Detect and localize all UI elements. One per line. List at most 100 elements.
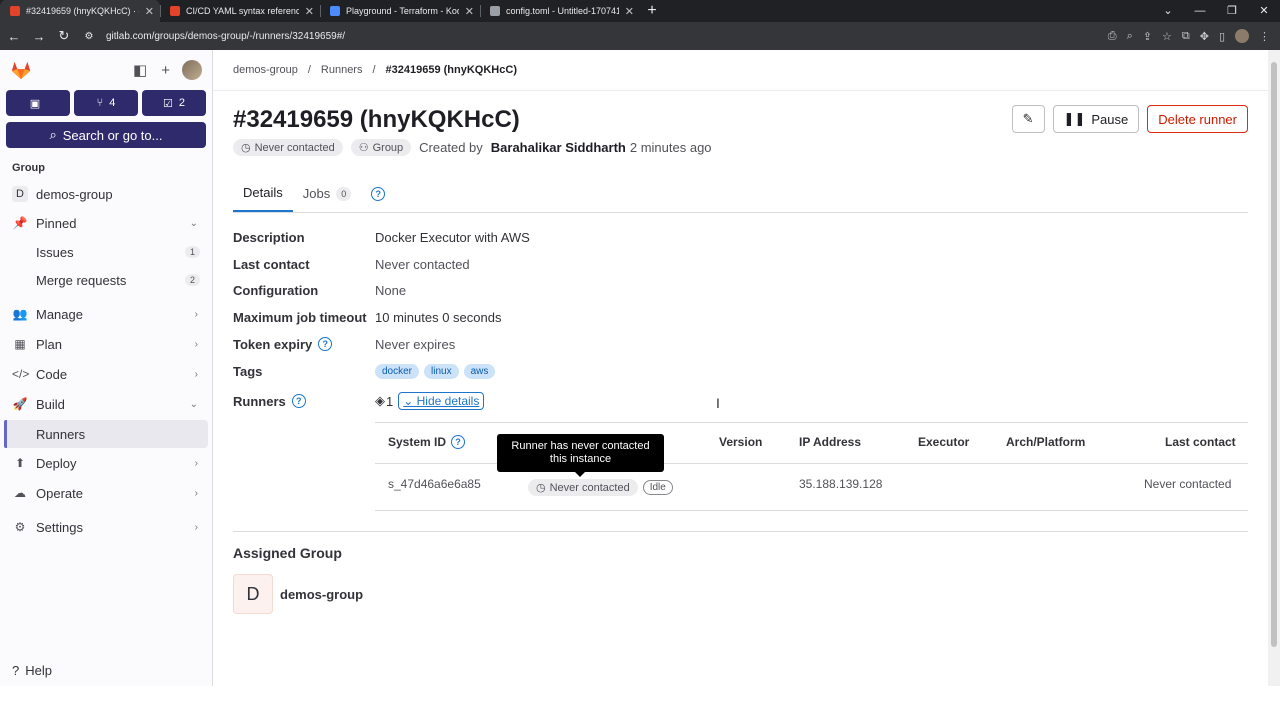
clock-warning-icon: ◷	[241, 142, 251, 154]
close-tab-icon[interactable]: ✕	[465, 5, 474, 18]
reload-icon[interactable]: ↻	[53, 28, 75, 44]
browser-tab-1[interactable]: #32419659 (hnyKQKHcC) · demos ✕	[0, 0, 160, 22]
close-tab-icon[interactable]: ✕	[625, 5, 634, 18]
browser-tab-3[interactable]: Playground - Terraform - KodeK ✕	[320, 0, 480, 22]
tab-details[interactable]: Details	[233, 176, 293, 212]
group-avatar[interactable]: D	[233, 574, 273, 614]
sidebar-item-code[interactable]: </> Code ›	[0, 360, 212, 388]
sidebar-item-label: Merge requests	[36, 272, 127, 288]
detail-label: Runners	[233, 393, 286, 409]
col-last-contact: Last contact	[1165, 435, 1236, 449]
delete-runner-button[interactable]: Delete runner	[1147, 105, 1248, 133]
sidebar-item-deploy[interactable]: ⬆ Deploy ›	[0, 449, 212, 477]
page-scrollbar[interactable]	[1268, 50, 1280, 686]
browser-tab-title: config.toml - Untitled-17074123	[506, 6, 619, 16]
forward-arrow-icon[interactable]: →	[28, 29, 50, 44]
install-app-icon[interactable]: ⎙	[1108, 30, 1117, 43]
close-tab-icon[interactable]: ✕	[145, 5, 154, 18]
issues-count-button[interactable]: ▣	[6, 90, 70, 116]
detail-label-wrap: Runners?	[233, 394, 375, 409]
maximize-icon[interactable]: ❐	[1216, 0, 1248, 22]
sidebar-toggle-icon[interactable]: ◧	[133, 61, 147, 79]
chevron-right-icon: ›	[194, 338, 198, 350]
status-badge-label: Never contacted	[254, 141, 335, 154]
side-panel-icon[interactable]: ▯	[1219, 30, 1225, 43]
new-tab-button[interactable]: +	[640, 0, 664, 22]
site-info-icon[interactable]: ⚙	[78, 31, 100, 42]
todos-count-button[interactable]: ☑ 2	[142, 90, 206, 116]
gitlab-app: ◧ + ▣ ⑂ 4 ☑ 2 ⌕ Search or go to... Group D…	[0, 50, 1280, 686]
close-tab-icon[interactable]: ✕	[305, 5, 314, 18]
pause-button[interactable]: ❚❚ Pause	[1052, 105, 1140, 133]
back-arrow-icon[interactable]: ←	[3, 29, 25, 44]
browser-tab-2[interactable]: CI/CD YAML syntax reference | G ✕	[160, 0, 320, 22]
profile-avatar[interactable]	[1235, 29, 1249, 43]
merge-requests-count-button[interactable]: ⑂ 4	[74, 90, 138, 116]
chevron-down-icon: ⌄	[189, 217, 198, 229]
tab-search-icon[interactable]: ⌄	[1152, 0, 1184, 22]
gitlab-logo-icon[interactable]	[10, 59, 32, 81]
scrollbar-thumb[interactable]	[1271, 62, 1277, 647]
assigned-group-link[interactable]: demos-group	[280, 587, 363, 602]
question-icon[interactable]: ?	[318, 337, 333, 351]
runners-count: 1	[386, 393, 394, 409]
tab-jobs[interactable]: Jobs 0	[293, 176, 361, 212]
sidebar-item-runners[interactable]: Runners	[4, 420, 208, 448]
text-cursor-icon: I	[716, 395, 720, 411]
status-badge-label: Never contacted	[549, 481, 630, 494]
hide-details-button[interactable]: ⌄ Hide details	[398, 392, 485, 410]
breadcrumb-runners-link[interactable]: Runners	[321, 64, 363, 76]
create-new-icon[interactable]: +	[161, 62, 170, 79]
browser-tab-4[interactable]: config.toml - Untitled-17074123 ✕	[480, 0, 640, 22]
browser-tab-title: #32419659 (hnyKQKHcC) · demos	[26, 6, 139, 16]
count-badge: 2	[184, 274, 200, 286]
question-icon[interactable]: ?	[371, 187, 386, 201]
sidebar-item-group[interactable]: D demos-group	[0, 180, 212, 208]
edit-runner-button[interactable]: ✎	[1011, 105, 1045, 133]
question-icon[interactable]: ?	[451, 435, 466, 449]
sidebar-item-build[interactable]: 🚀 Build ⌄	[0, 390, 212, 418]
menu-dots-icon[interactable]: ⋮	[1259, 30, 1270, 43]
layers-icon: ◈	[375, 393, 385, 408]
jobs-count-badge: 0	[336, 187, 352, 201]
sidebar-item-pinned[interactable]: 📌 Pinned ⌄	[0, 209, 212, 237]
help-label: Help	[25, 663, 52, 678]
sidebar-item-issues[interactable]: Issues 1	[0, 238, 212, 266]
help-icon: ?	[12, 663, 20, 678]
url-field[interactable]: gitlab.com/groups/demos-group/-/runners/…	[106, 31, 1108, 42]
chevron-right-icon: ›	[194, 457, 198, 469]
puzzle-icon[interactable]: ✥	[1200, 30, 1209, 43]
question-icon[interactable]: ?	[291, 394, 306, 408]
help-button[interactable]: ? Help	[12, 663, 52, 678]
browser-tab-title: CI/CD YAML syntax reference | G	[186, 6, 299, 16]
sidebar-section-label: Group	[12, 162, 45, 174]
search-button[interactable]: ⌕ Search or go to...	[6, 122, 206, 148]
main-content: demos-group / Runners / #32419659 (hnyKQ…	[213, 50, 1268, 686]
bookmark-star-icon[interactable]: ☆	[1162, 30, 1172, 43]
user-avatar[interactable]	[182, 60, 202, 80]
sidebar-item-merge-requests[interactable]: Merge requests 2	[0, 266, 212, 294]
breadcrumb-group-link[interactable]: demos-group	[233, 64, 298, 76]
breadcrumb-current[interactable]: #32419659 (hnyKQKHcC)	[386, 64, 517, 76]
jobs-help[interactable]: ?	[361, 176, 395, 212]
chevron-right-icon: ›	[194, 521, 198, 533]
col-system-id: System ID?	[388, 435, 466, 449]
creator-link[interactable]: Barahalikar Siddharth	[491, 140, 626, 155]
merge-request-icon: ⑂	[96, 97, 104, 109]
sidebar-item-manage[interactable]: 👥 Manage ›	[0, 300, 212, 328]
detail-label: Maximum job timeout	[233, 309, 367, 325]
delete-label: Delete runner	[1158, 111, 1237, 127]
status-badge: ◷ Never contacted	[233, 139, 343, 156]
sidebar-item-settings[interactable]: ⚙ Settings ›	[0, 513, 212, 541]
deploy-icon: ⬆	[14, 456, 26, 470]
close-window-icon[interactable]: ✕	[1248, 0, 1280, 22]
extension-icon[interactable]: ⧉	[1182, 30, 1190, 43]
sidebar-item-plan[interactable]: ▦ Plan ›	[0, 330, 212, 358]
sidebar-item-label: demos-group	[36, 186, 113, 202]
minimize-icon[interactable]: —	[1184, 0, 1216, 22]
share-icon[interactable]: ⇪	[1143, 30, 1152, 43]
sidebar-item-operate[interactable]: ☁ Operate ›	[0, 479, 212, 507]
zoom-icon[interactable]: ⌕	[1127, 30, 1133, 43]
chevron-right-icon: ›	[194, 308, 198, 320]
sidebar-item-label: Plan	[36, 336, 63, 352]
